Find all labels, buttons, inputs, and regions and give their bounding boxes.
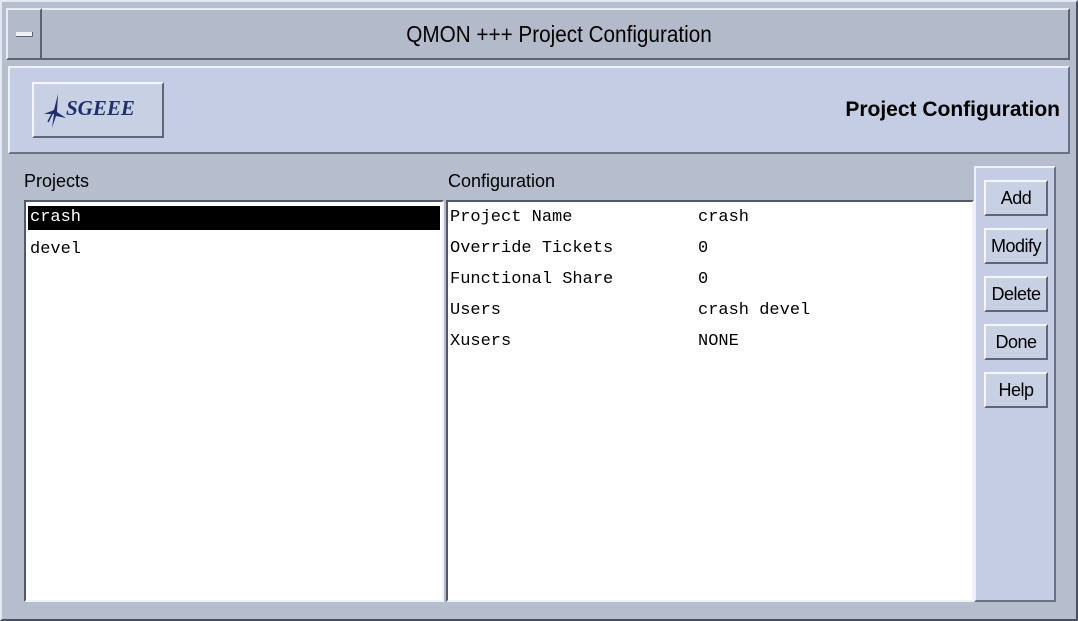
title-bar[interactable]: QMON +++ Project Configuration [6,8,1070,60]
header-title: Project Configuration [845,98,1060,121]
window-menu-button[interactable] [6,8,42,60]
delete-button[interactable]: Delete [984,276,1048,312]
config-value: 0 [698,270,709,289]
config-value: NONE [698,332,739,351]
config-key: Functional Share [450,270,614,289]
project-item-devel[interactable]: devel [28,238,440,262]
config-key: Users [450,301,502,320]
projects-label: Projects [24,171,90,191]
bird-logo-icon [44,94,66,128]
help-button[interactable]: Help [984,372,1048,408]
config-key: Project Name [450,208,573,227]
window-title: QMON +++ Project Configuration [406,21,712,47]
config-key: Override Tickets [450,239,614,258]
config-value: crash [698,208,750,227]
logo-text: SGEEE [66,96,135,120]
modify-button[interactable]: Modify [984,228,1048,264]
config-value: crash devel [698,301,811,320]
header-panel: SGEEE Project Configuration [8,66,1070,154]
project-item-crash[interactable]: crash [28,206,440,230]
projects-list[interactable]: crash devel [24,200,444,602]
config-value: 0 [698,239,709,258]
window-menu-icon [16,32,33,37]
configuration-view: Project Name crash Override Tickets 0 Fu… [446,200,974,602]
done-button[interactable]: Done [984,324,1048,360]
action-button-column: Add Modify Delete Done Help [974,166,1056,602]
logo-button[interactable]: SGEEE [32,82,164,138]
add-button[interactable]: Add [984,180,1048,216]
config-key: Xusers [450,332,512,351]
configuration-label: Configuration [448,171,556,191]
